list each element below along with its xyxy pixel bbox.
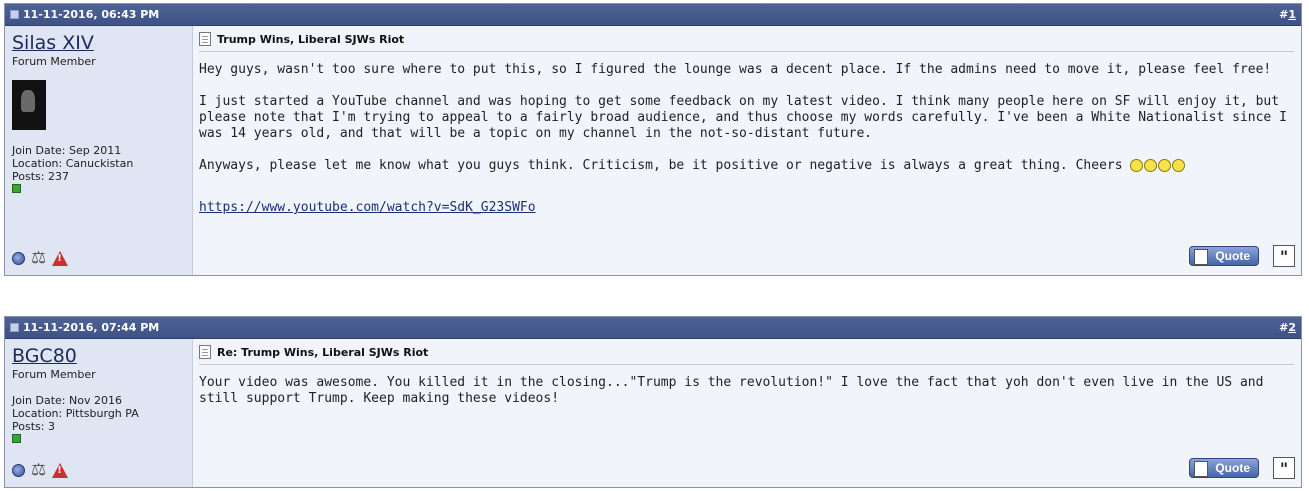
forum-post: 11-11-2016, 07:44 PM #2 BGC80 Forum Memb…	[4, 316, 1302, 488]
post-number-prefix: #	[1279, 8, 1289, 21]
online-status-icon[interactable]	[12, 464, 25, 477]
user-title: Forum Member	[12, 55, 96, 68]
quote-button[interactable]: Quote	[1189, 246, 1259, 266]
post-message: Hey guys, wasn't too sure where to put t…	[199, 62, 1294, 216]
user-info-panel: BGC80 Forum Member Join Date: Nov 2016 L…	[5, 339, 193, 487]
user-icons: ⚖	[12, 462, 69, 479]
post-date-text: 11-11-2016, 07:44 PM	[23, 321, 160, 334]
post-number: #2	[1279, 321, 1296, 334]
post-actions: Quote "	[1189, 457, 1295, 479]
join-date: Join Date: Sep 2011	[12, 144, 122, 157]
post-header: 11-11-2016, 07:44 PM #2	[5, 317, 1301, 339]
multi-quote-icon[interactable]: "	[1273, 245, 1295, 267]
reputation-icon[interactable]: ⚖	[31, 250, 46, 267]
post-title: Re: Trump Wins, Liberal SJWs Riot	[199, 345, 1294, 365]
message-paragraph: I just started a YouTube channel and was…	[199, 94, 1287, 141]
post-title: Trump Wins, Liberal SJWs Riot	[199, 32, 1294, 52]
page-icon	[199, 345, 211, 359]
report-post-icon[interactable]	[52, 251, 69, 266]
quote-button[interactable]: Quote	[1189, 458, 1259, 478]
user-icons: ⚖	[12, 250, 69, 267]
post-date-text: 11-11-2016, 06:43 PM	[23, 8, 160, 21]
youtube-link[interactable]: https://www.youtube.com/watch?v=SdK_G23S…	[199, 200, 536, 215]
smiley-icon	[1130, 159, 1144, 172]
post-number: #1	[1279, 8, 1296, 21]
post-content: Re: Trump Wins, Liberal SJWs Riot Your v…	[193, 339, 1301, 487]
user-info-panel: Silas XIV Forum Member Join Date: Sep 20…	[5, 26, 193, 275]
post-header: 11-11-2016, 06:43 PM #1	[5, 4, 1301, 26]
message-text: Anyways, please let me know what you guy…	[199, 158, 1123, 173]
post-icon	[10, 323, 19, 332]
smiley-icon	[1172, 159, 1186, 172]
post-actions: Quote "	[1189, 245, 1295, 267]
beer-icon	[1144, 159, 1158, 172]
post-icon	[10, 10, 19, 19]
post-title-text: Re: Trump Wins, Liberal SJWs Riot	[217, 345, 429, 359]
post-count: Posts: 237	[12, 170, 69, 183]
avatar[interactable]	[12, 80, 46, 130]
online-status-icon[interactable]	[12, 252, 25, 265]
user-title: Forum Member	[12, 368, 96, 381]
smilies	[1130, 159, 1186, 172]
reputation-icon[interactable]: ⚖	[31, 462, 46, 479]
forum-post: 11-11-2016, 06:43 PM #1 Silas XIV Forum …	[4, 3, 1302, 276]
join-date: Join Date: Nov 2016	[12, 394, 122, 407]
message-paragraph: Hey guys, wasn't too sure where to put t…	[199, 62, 1272, 77]
post-message: Your video was awesome. You killed it in…	[199, 375, 1294, 407]
post-number-prefix: #	[1279, 321, 1289, 334]
message-paragraph: Anyways, please let me know what you guy…	[199, 158, 1294, 174]
post-permalink[interactable]: 2	[1288, 321, 1296, 334]
location: Location: Canuckistan	[12, 157, 134, 170]
post-date: 11-11-2016, 06:43 PM	[10, 8, 159, 21]
username-link[interactable]: Silas XIV	[12, 32, 185, 54]
report-post-icon[interactable]	[52, 463, 69, 478]
username-link[interactable]: BGC80	[12, 345, 185, 367]
beer-icon	[1158, 159, 1172, 172]
online-indicator-icon	[12, 434, 21, 443]
online-indicator-icon	[12, 184, 21, 193]
location: Location: Pittsburgh PA	[12, 407, 139, 420]
message-paragraph: Your video was awesome. You killed it in…	[199, 375, 1264, 406]
post-content: Trump Wins, Liberal SJWs Riot Hey guys, …	[193, 26, 1301, 275]
post-count: Posts: 3	[12, 420, 55, 433]
post-permalink[interactable]: 1	[1288, 8, 1296, 21]
post-date: 11-11-2016, 07:44 PM	[10, 321, 159, 334]
page-icon	[199, 32, 211, 46]
multi-quote-icon[interactable]: "	[1273, 457, 1295, 479]
post-title-text: Trump Wins, Liberal SJWs Riot	[217, 32, 405, 46]
